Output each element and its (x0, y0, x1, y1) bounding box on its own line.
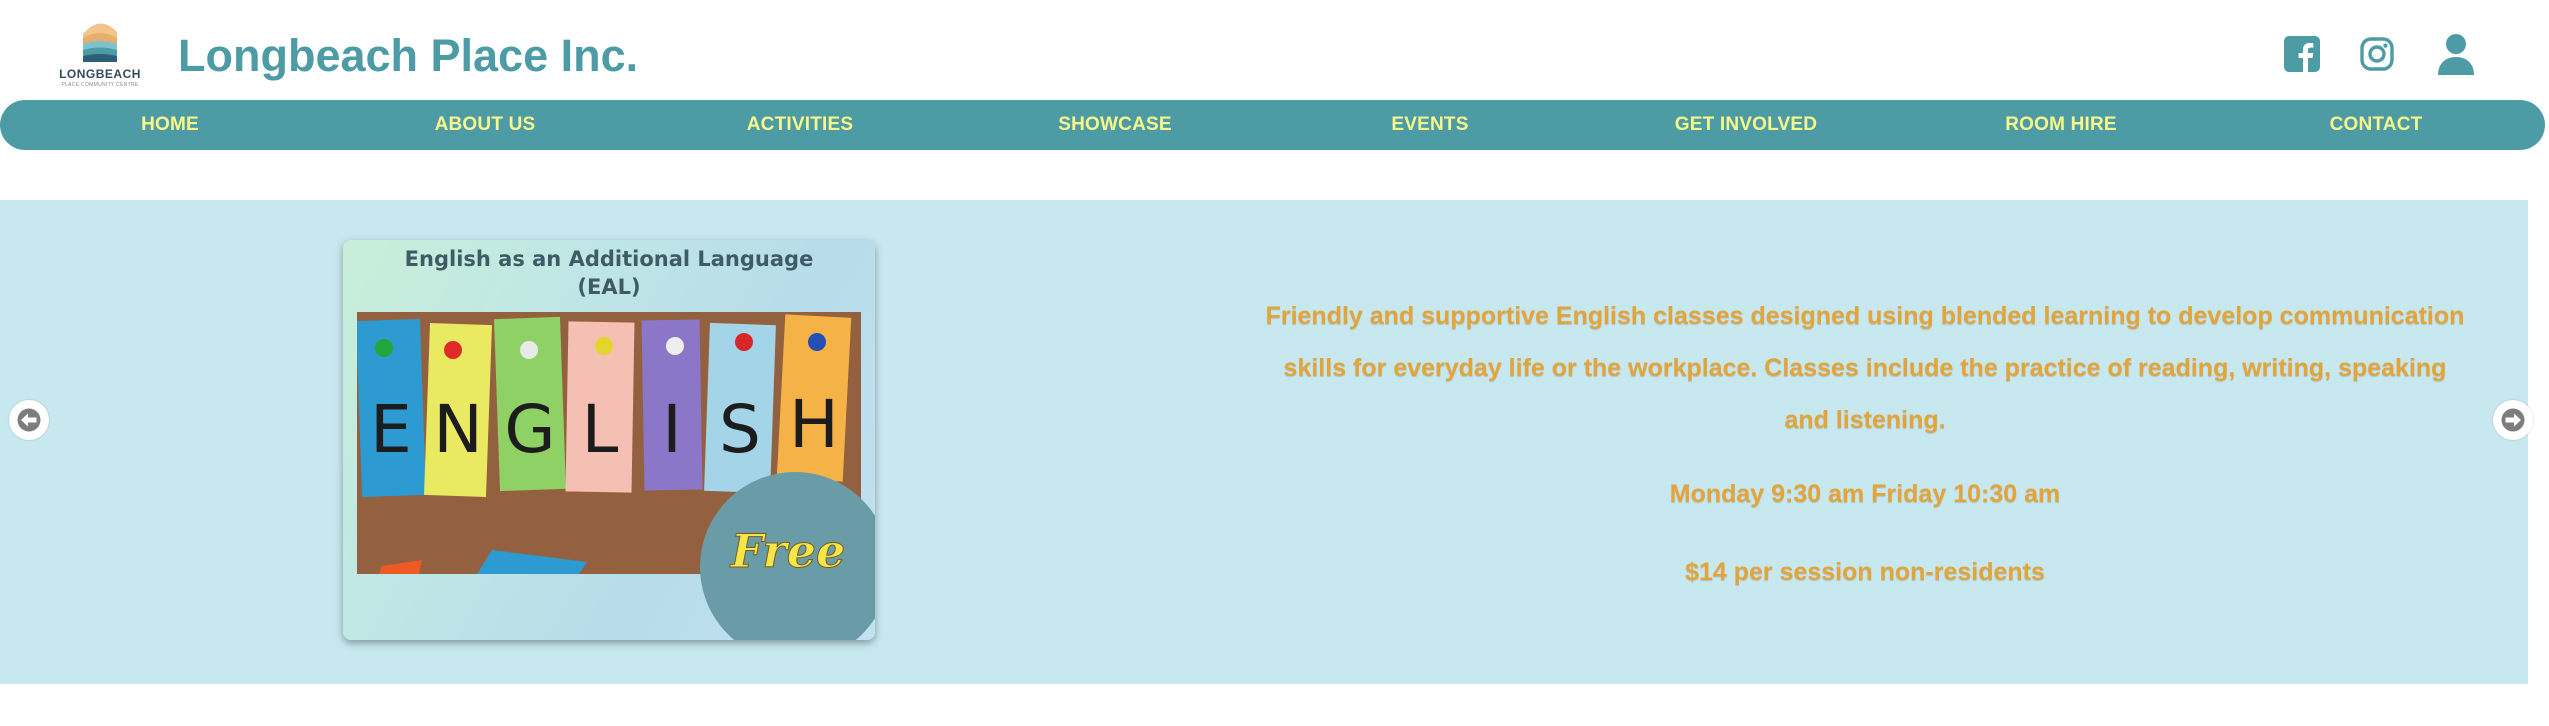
nav-item-get-involved[interactable]: GET INVOLVED (1675, 100, 1817, 150)
facebook-icon (2284, 36, 2320, 72)
photo-letter: I (662, 391, 681, 468)
free-badge-label: Free (729, 524, 846, 578)
instagram-icon (2360, 37, 2394, 71)
photo-letter: S (719, 391, 761, 468)
photo-letter: G (504, 391, 555, 468)
slider-next-button[interactable] (2493, 400, 2533, 440)
arrow-right-icon (2501, 408, 2525, 432)
slider-prev-button[interactable] (9, 400, 49, 440)
nav-item-events[interactable]: EVENTS (1391, 100, 1468, 150)
slide-image-card[interactable]: English as an Additional Language (EAL) … (343, 240, 875, 640)
nav-item-room-hire[interactable]: ROOM HIRE (2005, 100, 2117, 150)
logo-wordmark: LONGBEACH (59, 67, 141, 81)
site-title[interactable]: Longbeach Place Inc. (178, 30, 638, 82)
activity-price: $14 per session non-residents (1685, 558, 2045, 586)
photo-letter: H (789, 386, 839, 463)
arrow-left-icon (17, 408, 41, 432)
photo-letter: L (582, 391, 619, 468)
instagram-link[interactable] (2355, 26, 2399, 82)
nav-item-showcase[interactable]: SHOWCASE (1058, 100, 1172, 150)
free-badge: Free (700, 472, 875, 640)
card-title: English as an Additional Language (EAL) (343, 245, 875, 301)
activity-description: Friendly and supportive English classes … (1265, 302, 2465, 434)
main-nav: HOME ABOUT US ACTIVITIES SHOWCASE EVENTS… (0, 100, 2545, 150)
user-account-icon (2438, 34, 2474, 75)
hero-slider: English as an Additional Language (EAL) … (0, 200, 2528, 684)
nav-item-activities[interactable]: ACTIVITIES (747, 100, 854, 150)
activity-schedule: Monday 9:30 am Friday 10:30 am (1669, 480, 2061, 508)
photo-letter: N (433, 391, 482, 468)
nav-item-home[interactable]: HOME (141, 100, 199, 150)
logo-mark-icon (83, 23, 117, 62)
photo-letter: E (370, 391, 412, 468)
site-logo[interactable]: LONGBEACH PLACE COMMUNITY CENTRE (55, 12, 145, 90)
nav-item-about-us[interactable]: ABOUT US (435, 100, 536, 150)
nav-item-contact[interactable]: CONTACT (2330, 100, 2423, 150)
card-title-line-2: (EAL) (577, 275, 641, 299)
card-title-line-1: English as an Additional Language (404, 247, 814, 271)
facebook-link[interactable] (2280, 26, 2324, 82)
logo-tagline: PLACE COMMUNITY CENTRE (61, 82, 139, 88)
user-account-link[interactable] (2432, 26, 2480, 82)
